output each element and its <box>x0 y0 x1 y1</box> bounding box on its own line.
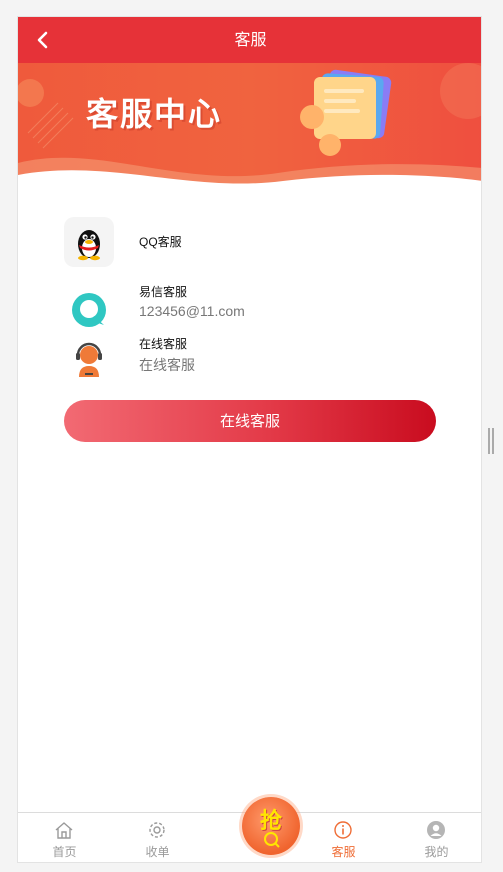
info-circle-icon <box>334 821 352 839</box>
tab-home[interactable]: 首页 <box>18 813 111 862</box>
contact-label: 易信客服 <box>139 285 188 299</box>
page: 客服 客服中心 QQ客服 易信客服 123456@11.com 在线客服 在线客… <box>0 0 503 872</box>
app-screen: 客服 客服中心 QQ客服 易信客服 123456@11.com 在线客服 在线客… <box>17 16 482 863</box>
yixin-chat-icon <box>64 285 114 335</box>
app-header: 客服 <box>18 17 481 63</box>
contact-item-online[interactable]: 在线客服 在线客服 <box>64 335 444 387</box>
tab-label: 我的 <box>424 845 449 859</box>
contact-value: 在线客服 <box>139 357 195 373</box>
qq-penguin-icon <box>64 217 114 267</box>
tab-orders[interactable]: 收单 <box>111 813 204 862</box>
banner-title: 客服中心 <box>86 95 223 133</box>
tab-label: 首页 <box>52 845 77 859</box>
contact-item-qq[interactable]: QQ客服 <box>64 215 444 267</box>
page-title: 客服 <box>234 30 267 49</box>
user-icon <box>427 821 445 839</box>
contact-item-yixin[interactable]: 易信客服 123456@11.com <box>64 283 444 335</box>
contact-value: 123456@11.com <box>139 303 245 319</box>
online-service-button[interactable]: 在线客服 <box>64 400 436 442</box>
search-order-icon <box>264 832 280 848</box>
grab-order-button[interactable]: 抢 <box>242 797 300 855</box>
resize-handle[interactable] <box>488 428 494 454</box>
tab-service[interactable]: 客服 <box>297 813 390 862</box>
service-banner: 客服中心 <box>18 63 481 193</box>
tab-label: 客服 <box>331 845 356 859</box>
tab-label: 收单 <box>145 845 170 859</box>
headset-agent-icon <box>64 337 114 387</box>
contact-label: QQ客服 <box>139 235 182 249</box>
contact-label: 在线客服 <box>139 337 188 351</box>
tab-mine[interactable]: 我的 <box>390 813 481 862</box>
gear-icon <box>149 822 165 838</box>
home-icon <box>55 822 73 839</box>
